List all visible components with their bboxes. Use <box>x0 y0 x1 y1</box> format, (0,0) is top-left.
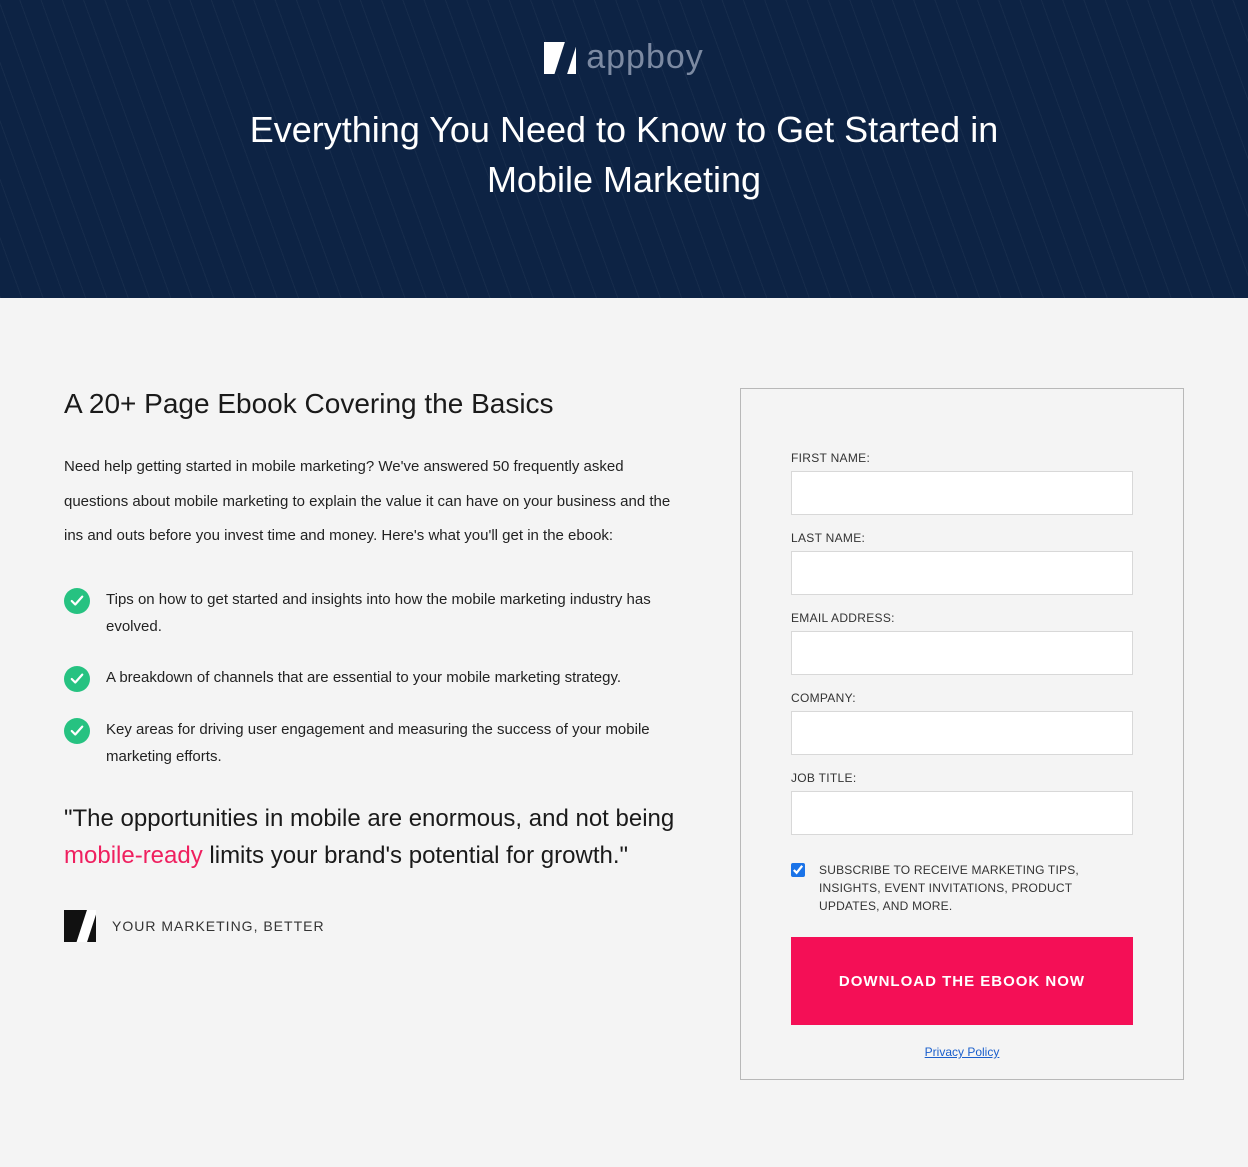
field-label: EMAIL ADDRESS: <box>791 611 1133 625</box>
hero-title: Everything You Need to Know to Get Start… <box>224 105 1024 206</box>
field-last-name: LAST NAME: <box>791 531 1133 595</box>
hero-banner: appboy Everything You Need to Know to Ge… <box>0 0 1248 298</box>
logo-mark-icon <box>544 42 576 74</box>
field-label: JOB TITLE: <box>791 771 1133 785</box>
subscribe-row: SUBSCRIBE TO RECEIVE MARKETING TIPS, INS… <box>791 861 1133 915</box>
field-label: COMPANY: <box>791 691 1133 705</box>
first-name-input[interactable] <box>791 471 1133 515</box>
checkmark-icon <box>64 718 90 744</box>
field-company: COMPANY: <box>791 691 1133 755</box>
quote-text: "The opportunities in mobile are enormou… <box>64 800 676 874</box>
field-email: EMAIL ADDRESS: <box>791 611 1133 675</box>
list-item: Tips on how to get started and insights … <box>64 586 676 640</box>
content-subtitle: A 20+ Page Ebook Covering the Basics <box>64 388 676 420</box>
logo-mark-icon <box>64 910 96 942</box>
privacy-policy-link[interactable]: Privacy Policy <box>925 1045 1000 1059</box>
quote-part: limits your brand's potential for growth… <box>203 842 628 869</box>
list-item: A breakdown of channels that are essenti… <box>64 664 676 692</box>
tagline-row: YOUR MARKETING, BETTER <box>64 910 676 942</box>
subscribe-checkbox[interactable] <box>791 863 805 877</box>
checkmark-icon <box>64 588 90 614</box>
main-content: A 20+ Page Ebook Covering the Basics Nee… <box>0 298 1248 1140</box>
field-first-name: FIRST NAME: <box>791 451 1133 515</box>
company-input[interactable] <box>791 711 1133 755</box>
download-form: FIRST NAME: LAST NAME: EMAIL ADDRESS: CO… <box>740 388 1184 1080</box>
brand-logo: appboy <box>544 38 704 77</box>
field-label: LAST NAME: <box>791 531 1133 545</box>
field-job-title: JOB TITLE: <box>791 771 1133 835</box>
last-name-input[interactable] <box>791 551 1133 595</box>
bullet-text: Key areas for driving user engagement an… <box>106 716 676 770</box>
tagline-text: YOUR MARKETING, BETTER <box>112 918 325 934</box>
bullet-text: Tips on how to get started and insights … <box>106 586 676 640</box>
job-title-input[interactable] <box>791 791 1133 835</box>
email-input[interactable] <box>791 631 1133 675</box>
bullet-list: Tips on how to get started and insights … <box>64 586 676 770</box>
checkmark-icon <box>64 666 90 692</box>
quote-highlight: mobile-ready <box>64 842 203 869</box>
field-label: FIRST NAME: <box>791 451 1133 465</box>
download-button[interactable]: DOWNLOAD THE EBOOK NOW <box>791 937 1133 1025</box>
content-column: A 20+ Page Ebook Covering the Basics Nee… <box>64 388 676 942</box>
list-item: Key areas for driving user engagement an… <box>64 716 676 770</box>
content-intro: Need help getting started in mobile mark… <box>64 450 676 554</box>
subscribe-label[interactable]: SUBSCRIBE TO RECEIVE MARKETING TIPS, INS… <box>819 861 1133 915</box>
bullet-text: A breakdown of channels that are essenti… <box>106 664 621 691</box>
brand-name: appboy <box>586 38 704 77</box>
quote-part: "The opportunities in mobile are enormou… <box>64 805 674 832</box>
